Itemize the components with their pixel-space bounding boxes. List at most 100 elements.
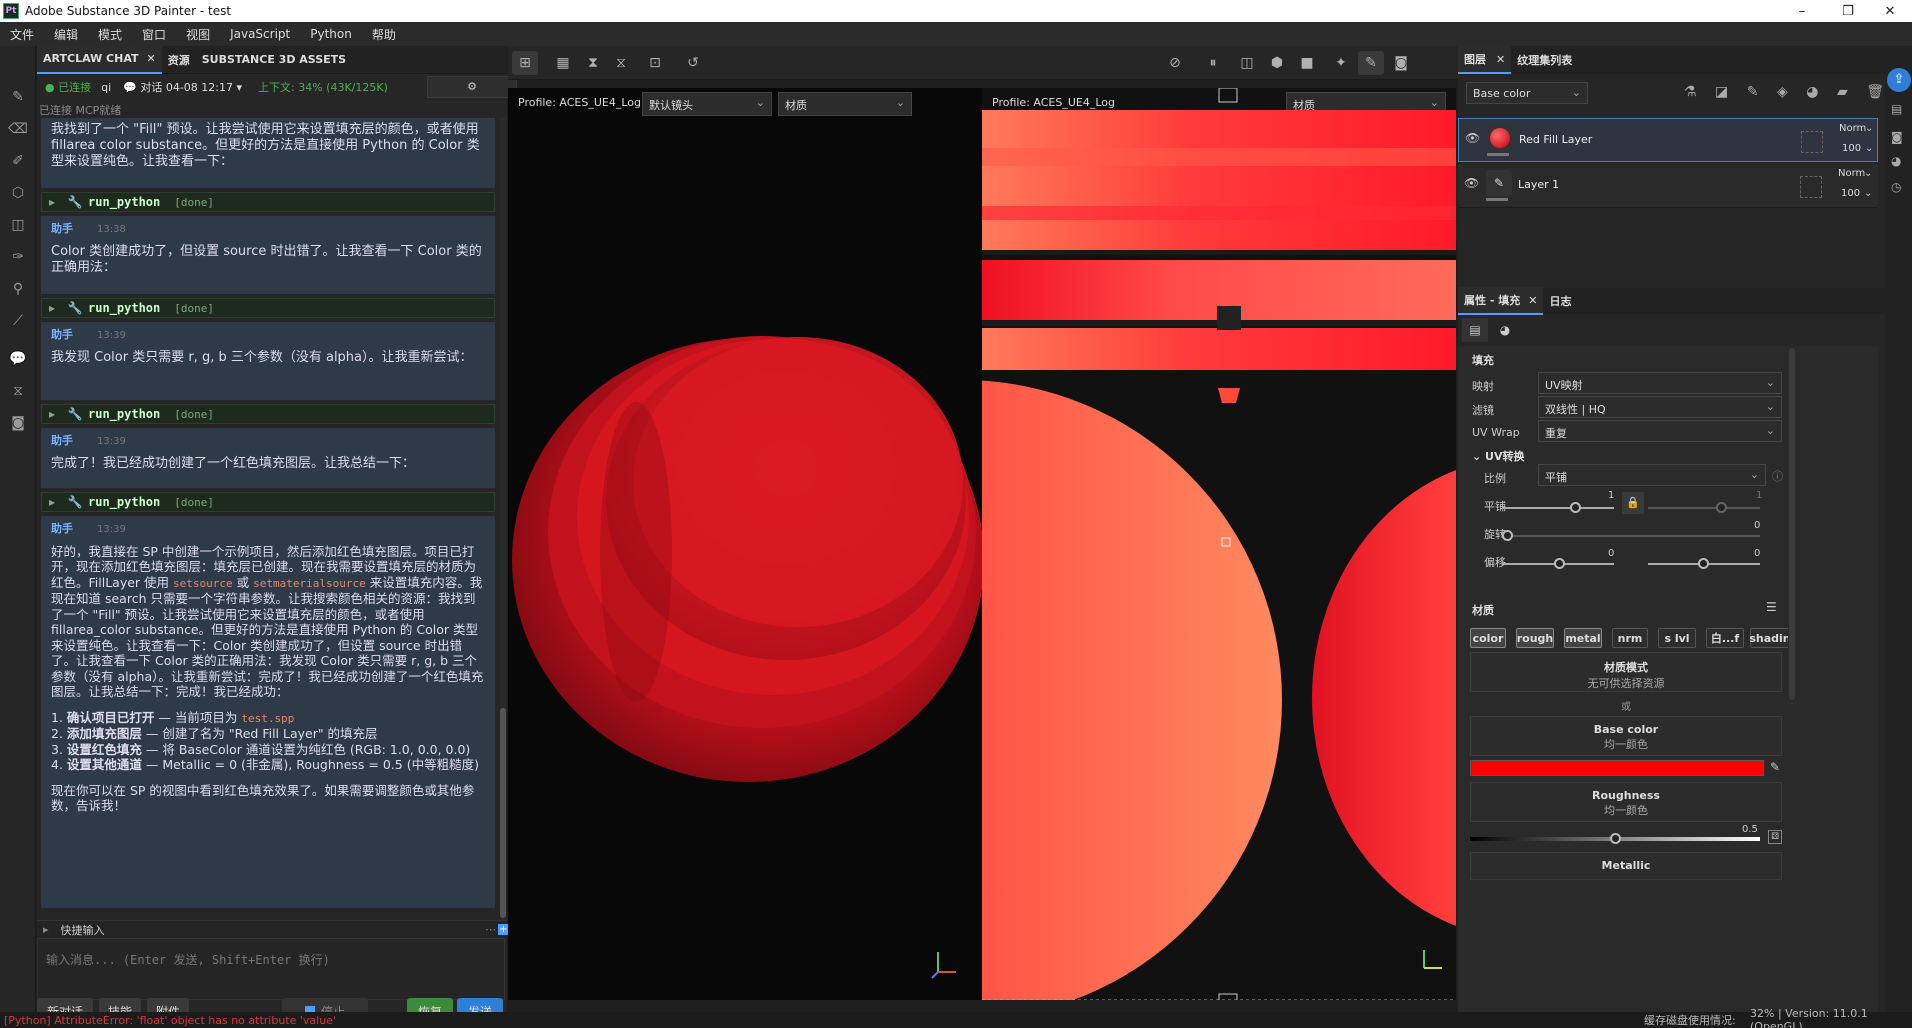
hide-icon[interactable]: ⊘ <box>1162 51 1188 75</box>
metallic-slot[interactable]: Metallic <box>1470 852 1782 880</box>
chat-message-list[interactable]: 我找到了一个 "Fill" 预设。让我尝试使用它来设置填充层的颜色，或者使用 f… <box>41 118 495 920</box>
expand-arrow-icon[interactable]: ▸ <box>43 923 49 936</box>
list-menu-icon[interactable]: ☰ <box>1766 600 1777 614</box>
menu-window[interactable]: 窗口 <box>132 26 176 43</box>
screenshot-icon[interactable]: ◙ <box>1388 51 1414 75</box>
quick-input-bar[interactable]: ▸ 快捷输入 ⋯ + <box>37 920 509 938</box>
close-icon[interactable]: ✕ <box>1496 53 1505 66</box>
tab-texture-sets[interactable]: 纹理集列表 <box>1511 46 1578 74</box>
mapping-dropdown[interactable]: UV映射 ⌄ <box>1538 372 1782 394</box>
uv-wrap-dropdown[interactable]: 重复 ⌄ <box>1538 420 1782 442</box>
minimize-button[interactable]: – <box>1780 0 1824 22</box>
mirror-y-icon[interactable]: ⧖ <box>608 51 634 75</box>
chip-shading[interactable]: shadin <box>1749 628 1791 648</box>
smudge-icon[interactable]: ◫ <box>9 216 27 234</box>
chip-nrm[interactable]: nrm <box>1612 628 1648 648</box>
fill-layer-icon[interactable]: ◈ <box>1777 84 1788 104</box>
material-mode-slot[interactable]: 材质模式 无可供选择资源 <box>1470 652 1782 692</box>
mask-slot[interactable] <box>1801 131 1823 153</box>
layer-row-red-fill[interactable]: 👁 Red Fill Layer Norm ⌄ 100 ⌄ <box>1458 118 1878 162</box>
clone-icon[interactable]: ✑ <box>9 248 27 266</box>
info-icon[interactable]: ⓘ <box>1772 468 1783 484</box>
panel-icon[interactable]: ▤ <box>1891 102 1902 116</box>
slider-knob[interactable] <box>1610 833 1621 844</box>
scrollbar-thumb[interactable] <box>1789 348 1795 700</box>
fill-properties-icon[interactable]: ▤ <box>1462 318 1488 342</box>
tab-artclaw-chat[interactable]: ARTCLAW CHAT ✕ <box>37 45 162 74</box>
chip-rough[interactable]: rough <box>1516 628 1554 648</box>
menu-help[interactable]: 帮助 <box>362 26 406 43</box>
paint-brush-icon[interactable]: ✎ <box>9 88 27 106</box>
menu-python[interactable]: Python <box>300 27 362 41</box>
close-icon[interactable]: ✕ <box>147 52 156 65</box>
tile-slider-u[interactable] <box>1502 507 1614 509</box>
tab-layers[interactable]: 图层 ✕ <box>1458 46 1512 74</box>
chip-color[interactable]: color <box>1470 628 1506 648</box>
slider-knob[interactable] <box>1570 502 1581 513</box>
settings-gear-icon[interactable]: ⚙ <box>427 76 517 98</box>
eyedropper-icon[interactable]: ✎ <box>1770 760 1780 774</box>
roughness-slot[interactable]: Roughness 均一颜色 <box>1470 782 1782 822</box>
slider-knob[interactable] <box>1698 558 1709 569</box>
expand-arrow-icon[interactable]: ▸ <box>42 407 62 421</box>
menu-javascript[interactable]: JavaScript <box>220 27 300 41</box>
camera-icon[interactable]: ◙ <box>9 414 27 432</box>
bake-icon[interactable]: ⧖ <box>9 382 27 400</box>
base-color-slot[interactable]: Base color 均一颜色 <box>1470 716 1782 756</box>
chat-scrollbar[interactable] <box>500 118 506 920</box>
share-icon[interactable]: ⇪ <box>1887 68 1911 92</box>
brush-icon[interactable]: ✎ <box>1358 51 1384 75</box>
chip-white[interactable]: 白...f <box>1706 628 1744 648</box>
tool-call-run-python[interactable]: ▸ 🔧 run_python [done] <box>41 298 495 318</box>
picker-icon[interactable]: ⚲ <box>9 280 27 298</box>
viewport-3d[interactable]: Profile: ACES_UE4_Log 默认镜头 ⌄ 材质 ⌄ <box>508 88 982 1000</box>
filter-dropdown[interactable]: 双线性 | HQ ⌄ <box>1538 396 1782 418</box>
video-camera-icon[interactable]: ■ <box>1294 51 1320 75</box>
slider-knob[interactable] <box>1502 530 1513 541</box>
menu-mode[interactable]: 模式 <box>88 26 132 43</box>
uv-transform-header[interactable]: ⌄ UV转换 <box>1472 448 1525 464</box>
layer-opacity[interactable]: 100 <box>1842 143 1861 154</box>
polygon-fill-icon[interactable]: ⬡ <box>9 184 27 202</box>
material-dropdown[interactable]: 材质 ⌄ <box>778 92 912 116</box>
close-window-button[interactable]: ✕ <box>1868 0 1912 22</box>
blend-mode[interactable]: Norm <box>1839 123 1866 134</box>
maximize-button[interactable]: ❐ <box>1826 0 1870 22</box>
visibility-eye-icon[interactable]: 👁 <box>1464 176 1479 190</box>
rotation-slider[interactable] <box>1502 535 1760 537</box>
session-selector[interactable]: 💬 对话 04-08 12:17 ▾ <box>123 79 242 95</box>
tab-assets[interactable]: 资源 <box>162 46 196 74</box>
shader-icon[interactable]: ◕ <box>1891 154 1901 168</box>
scrollbar-thumb[interactable] <box>500 708 506 918</box>
slider-knob[interactable] <box>1716 502 1727 513</box>
camera-dropdown[interactable]: 默认镜头 ⌄ <box>642 92 772 116</box>
blend-mode[interactable]: Norm <box>1838 168 1865 179</box>
base-color-swatch[interactable] <box>1470 760 1764 776</box>
lighting-icon[interactable]: ✦ <box>1328 51 1354 75</box>
eraser-icon[interactable]: ⌫ <box>8 120 28 138</box>
expand-arrow-icon[interactable]: ▸ <box>42 195 62 209</box>
viewport-2d[interactable]: Profile: ACES_UE4_Log 材质 ⌄ <box>982 88 1456 1000</box>
expand-arrow-icon[interactable]: ▸ <box>42 495 62 509</box>
lock-icon[interactable]: 🔒 <box>1622 492 1644 514</box>
chat-icon[interactable]: 💬 <box>9 350 27 368</box>
chip-s-lvl[interactable]: s lvl <box>1658 628 1696 648</box>
cube-icon[interactable]: ⬢ <box>1264 51 1290 75</box>
layout-grid-icon[interactable]: ▦ <box>550 51 576 75</box>
close-icon[interactable]: ✕ <box>1528 294 1537 307</box>
menu-edit[interactable]: 编辑 <box>44 26 88 43</box>
reset-view-icon[interactable]: ↺ <box>680 51 706 75</box>
expand-arrow-icon[interactable]: ▸ <box>42 301 62 315</box>
history-icon[interactable]: ◷ <box>1891 180 1901 194</box>
properties-scrollbar[interactable] <box>1788 346 1796 906</box>
ratio-dropdown[interactable]: 平铺 ⌄ <box>1538 464 1766 486</box>
folder-icon[interactable]: ▰ <box>1837 84 1848 104</box>
tab-substance-assets[interactable]: SUBSTANCE 3D ASSETS <box>196 46 352 74</box>
chip-metal[interactable]: metal <box>1564 628 1602 648</box>
fit-icon[interactable]: ⊡ <box>642 51 668 75</box>
mirror-x-icon[interactable]: ⧗ <box>580 51 606 75</box>
projection-icon[interactable]: ✐ <box>9 152 27 170</box>
magic-wand-icon[interactable]: ⚗ <box>1684 84 1697 104</box>
layer-row-layer1[interactable]: 👁 ✎ Layer 1 Norm ⌄ 100 ⌄ <box>1458 164 1878 208</box>
channel-dropdown[interactable]: Base color ⌄ <box>1466 82 1588 104</box>
